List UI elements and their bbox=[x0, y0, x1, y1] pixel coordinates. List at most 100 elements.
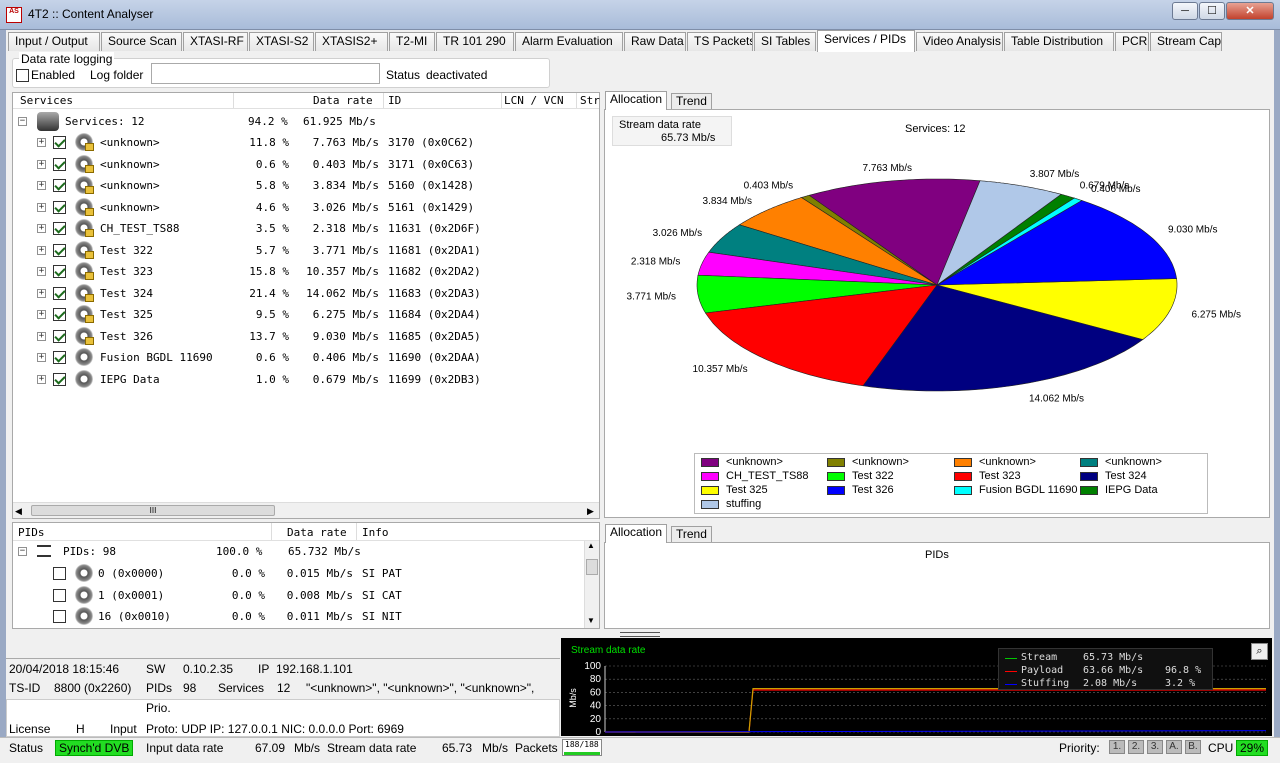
service-checkbox[interactable] bbox=[53, 265, 66, 278]
sw-value: 0.10.2.35 bbox=[183, 662, 234, 676]
tab-trend[interactable]: Trend bbox=[671, 93, 712, 110]
service-checkbox[interactable] bbox=[53, 157, 66, 171]
pid-checkbox[interactable] bbox=[53, 588, 66, 602]
tab-raw-data[interactable]: Raw Data bbox=[624, 32, 686, 51]
service-checkbox[interactable] bbox=[53, 200, 66, 214]
minimize-button[interactable]: ─ bbox=[1172, 2, 1198, 20]
list-item[interactable]: 1 (0x0001) 0.0 % 0.008 Mb/s SI CAT bbox=[13, 585, 583, 606]
priority-button-2[interactable]: 2. bbox=[1128, 740, 1144, 754]
tab-stream-capt[interactable]: Stream Capt bbox=[1150, 32, 1222, 51]
table-row[interactable]: + <unknown> 4.6 % 3.026 Mb/s 5161 (0x1429) bbox=[13, 197, 599, 218]
service-checkbox[interactable] bbox=[53, 136, 66, 149]
services-tree[interactable]: Services Data rate ID LCN / VCN Str − Ser… bbox=[12, 92, 600, 519]
expand-icon[interactable]: + bbox=[37, 224, 46, 233]
col-pids[interactable]: PIDs bbox=[18, 526, 45, 539]
pids-tab-trend[interactable]: Trend bbox=[671, 526, 712, 543]
tab-xtasi-rf[interactable]: XTASI-RF bbox=[183, 32, 248, 51]
table-row[interactable]: + IEPG Data 1.0 % 0.679 Mb/s 11699 (0x2DB3) bbox=[13, 369, 599, 390]
expand-icon[interactable]: + bbox=[37, 310, 46, 319]
expand-icon[interactable]: + bbox=[37, 202, 46, 212]
table-row[interactable]: + Test 322 5.7 % 3.771 Mb/s 11681 (0x2DA1) bbox=[13, 240, 599, 261]
scroll-up-icon[interactable]: ▲ bbox=[587, 541, 595, 550]
service-checkbox[interactable] bbox=[53, 179, 66, 192]
table-row[interactable]: + Test 326 13.7 % 9.030 Mb/s 11685 (0x2DA5) bbox=[13, 326, 599, 347]
enabled-checkbox[interactable] bbox=[16, 69, 29, 82]
expand-icon[interactable]: + bbox=[37, 159, 46, 169]
expand-icon[interactable]: + bbox=[37, 138, 46, 147]
expand-icon[interactable]: + bbox=[37, 331, 46, 341]
tab-source-scan[interactable]: Source Scan bbox=[101, 32, 182, 51]
table-row[interactable]: + <unknown> 0.6 % 0.403 Mb/s 3171 (0x0C63) bbox=[13, 154, 599, 175]
splitter-grip[interactable] bbox=[620, 632, 660, 637]
expand-icon[interactable]: + bbox=[37, 353, 46, 362]
col-id[interactable]: ID bbox=[388, 94, 401, 107]
col-lcn[interactable]: LCN / VCN bbox=[504, 94, 564, 107]
service-checkbox[interactable] bbox=[53, 372, 66, 386]
service-checkbox[interactable] bbox=[53, 351, 66, 364]
expand-icon[interactable]: + bbox=[37, 267, 46, 276]
table-row[interactable]: + Test 325 9.5 % 6.275 Mb/s 11684 (0x2DA4) bbox=[13, 304, 599, 325]
zoom-icon[interactable]: ⌕ bbox=[1251, 643, 1268, 660]
scroll-down-icon[interactable]: ▼ bbox=[587, 616, 595, 625]
expand-icon[interactable]: + bbox=[37, 181, 46, 190]
services-hscrollbar[interactable]: ◀ III ▶ bbox=[13, 502, 599, 518]
tab-t2-mi[interactable]: T2-MI bbox=[389, 32, 435, 51]
pids-scroll-thumb[interactable] bbox=[586, 559, 598, 575]
pid-checkbox[interactable] bbox=[53, 610, 66, 623]
table-row[interactable]: + <unknown> 11.8 % 7.763 Mb/s 3170 (0x0C62) bbox=[13, 132, 599, 153]
tab-ts-packets[interactable]: TS Packets bbox=[687, 32, 753, 51]
list-item[interactable]: 0 (0x0000) 0.0 % 0.015 Mb/s SI PAT bbox=[13, 563, 583, 584]
collapse-icon[interactable]: − bbox=[18, 117, 27, 126]
priority-button-3[interactable]: 3. bbox=[1147, 740, 1163, 754]
tab-pcr[interactable]: PCR bbox=[1115, 32, 1149, 51]
expand-icon[interactable]: + bbox=[37, 288, 46, 298]
service-checkbox[interactable] bbox=[53, 329, 66, 343]
input-rate-value: 67.09 bbox=[255, 741, 286, 755]
service-checkbox[interactable] bbox=[53, 243, 66, 257]
tab-alarm-evaluation[interactable]: Alarm Evaluation bbox=[515, 32, 623, 51]
col-pid-rate[interactable]: Data rate bbox=[287, 526, 347, 539]
tab-allocation[interactable]: Allocation bbox=[605, 91, 668, 110]
table-row[interactable]: + <unknown> 5.8 % 3.834 Mb/s 5160 (0x1428) bbox=[13, 175, 599, 196]
pids-tree[interactable]: PIDs Data rate Info − PIDs: 98 100.0 % 65.7… bbox=[12, 522, 600, 629]
col-data-rate[interactable]: Data rate bbox=[313, 94, 373, 107]
service-name: Test 323 bbox=[100, 265, 153, 278]
service-checkbox[interactable] bbox=[53, 222, 66, 235]
tab-si-tables[interactable]: SI Tables bbox=[754, 32, 816, 51]
pids-vscrollbar[interactable]: ▲ ▼ bbox=[584, 541, 599, 628]
table-row[interactable]: + Test 323 15.8 % 10.357 Mb/s 11682 (0x2DA2) bbox=[13, 261, 599, 282]
table-row[interactable]: + Test 324 21.4 % 14.062 Mb/s 11683 (0x2DA3) bbox=[13, 283, 599, 304]
priority-button-1[interactable]: 1. bbox=[1109, 740, 1125, 754]
col-services[interactable]: Services bbox=[20, 94, 73, 107]
pids-root-row[interactable]: − PIDs: 98 100.0 % 65.732 Mb/s bbox=[13, 541, 583, 562]
col-str[interactable]: Str bbox=[580, 94, 600, 107]
log-folder-input[interactable] bbox=[151, 63, 380, 84]
tab-video-analysis[interactable]: Video Analysis bbox=[916, 32, 1003, 51]
table-row[interactable]: + Fusion BGDL 11690 0.6 % 0.406 Mb/s 11690 (… bbox=[13, 347, 599, 368]
pid-checkbox[interactable] bbox=[53, 567, 66, 580]
priority-button-4[interactable]: A. bbox=[1166, 740, 1182, 754]
scroll-right-icon[interactable]: ▶ bbox=[587, 506, 594, 517]
tab-tr-101-290[interactable]: TR 101 290 bbox=[436, 32, 514, 51]
tab-xtasi-s2[interactable]: XTASI-S2 bbox=[249, 32, 314, 51]
close-button[interactable]: ✕ bbox=[1226, 2, 1274, 20]
title-bar: AS 4T2 :: Content Analyser ─ ☐ ✕ bbox=[0, 0, 1280, 30]
tab-table-distribution[interactable]: Table Distribution bbox=[1004, 32, 1114, 51]
priority-button-5[interactable]: B. bbox=[1185, 740, 1201, 754]
pids-tab-allocation[interactable]: Allocation bbox=[605, 524, 668, 543]
col-info[interactable]: Info bbox=[362, 526, 389, 539]
services-root-row[interactable]: − Services: 12 94.2 % 61.925 Mb/s bbox=[13, 111, 599, 132]
collapse-icon[interactable]: − bbox=[18, 547, 27, 556]
tab-xtasis2-[interactable]: XTASIS2+ bbox=[315, 32, 388, 51]
list-item[interactable]: 16 (0x0010) 0.0 % 0.011 Mb/s SI NIT bbox=[13, 606, 583, 627]
service-checkbox[interactable] bbox=[53, 286, 66, 300]
service-checkbox[interactable] bbox=[53, 308, 66, 321]
scroll-left-icon[interactable]: ◀ bbox=[15, 506, 22, 517]
maximize-button[interactable]: ☐ bbox=[1199, 2, 1225, 20]
scroll-thumb[interactable]: III bbox=[31, 505, 275, 516]
expand-icon[interactable]: + bbox=[37, 374, 46, 384]
expand-icon[interactable]: + bbox=[37, 245, 46, 255]
table-row[interactable]: + CH_TEST_TS88 3.5 % 2.318 Mb/s 11631 (0x2D6… bbox=[13, 218, 599, 239]
tab-services-pids[interactable]: Services / PIDs bbox=[817, 30, 915, 52]
tab-input-output[interactable]: Input / Output bbox=[8, 32, 100, 51]
